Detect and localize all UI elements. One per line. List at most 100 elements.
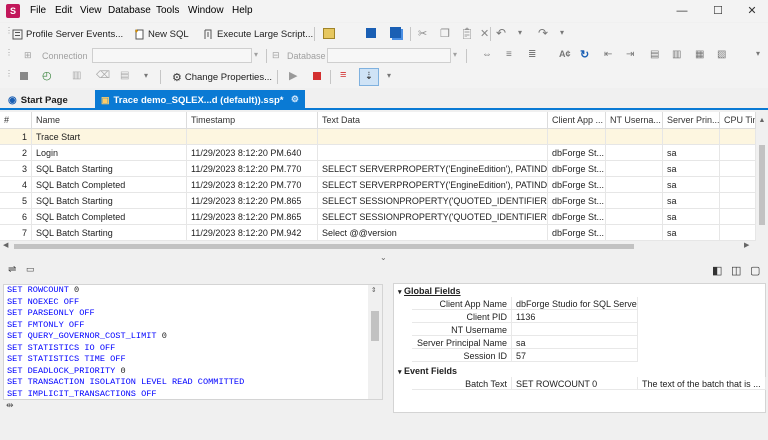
splitter-chevron-icon[interactable]: ⌄ bbox=[380, 253, 387, 262]
start-trace-icon[interactable]: ▶ bbox=[289, 69, 297, 82]
execute-large-script-button[interactable]: Execute Large Script... bbox=[203, 25, 313, 43]
column-header-timestamp[interactable]: Timestamp bbox=[187, 112, 318, 129]
toolbar-grip[interactable]: ⋮ bbox=[5, 49, 13, 63]
connection-combo-chevron-icon[interactable]: ▾ bbox=[254, 50, 258, 59]
word-wrap-toggle-icon[interactable]: ⇌ bbox=[8, 264, 16, 275]
menu-help[interactable]: Help bbox=[232, 5, 253, 16]
grid-vertical-scrollbar[interactable] bbox=[756, 129, 768, 241]
global-fields-section[interactable]: ▾ Global Fields bbox=[394, 284, 766, 297]
tab-start-page[interactable]: ◉ Start Page bbox=[2, 90, 94, 110]
grid-scroll-up-icon[interactable]: ▲ bbox=[756, 112, 768, 129]
indent-icon[interactable]: ⇥ bbox=[626, 49, 634, 60]
table-row[interactable]: 1 Trace Start bbox=[0, 129, 756, 145]
table-row[interactable]: 5 SQL Batch Starting 11/29/2023 8:12:20 … bbox=[0, 193, 756, 209]
change-properties-button[interactable]: ⚙ Change Properties... bbox=[172, 68, 272, 86]
redo-dropdown-icon[interactable]: ▾ bbox=[560, 28, 564, 37]
table-row[interactable]: 6 SQL Batch Completed 11/29/2023 8:12:20… bbox=[0, 209, 756, 225]
menu-database[interactable]: Database bbox=[108, 5, 151, 16]
scroll-left-icon[interactable]: ◀ bbox=[3, 241, 8, 249]
filter-dropdown-icon[interactable]: ▾ bbox=[144, 71, 148, 80]
comment-icon[interactable]: ≡ bbox=[506, 49, 512, 60]
property-value[interactable]: sa bbox=[512, 336, 638, 349]
column-header-name[interactable]: Name bbox=[32, 112, 187, 129]
scroll-right-icon[interactable]: ▶ bbox=[744, 241, 749, 249]
clear-icon[interactable]: ⌫ bbox=[96, 70, 110, 81]
layout-left-icon[interactable]: ◧ bbox=[712, 264, 722, 277]
filter-icon[interactable]: ▤ bbox=[120, 70, 129, 81]
toggle-bookmark-icon[interactable]: ▤ bbox=[650, 49, 659, 60]
toolbar-overflow-icon[interactable]: ▾ bbox=[387, 71, 391, 80]
toolbar-overflow-icon[interactable]: ▾ bbox=[756, 49, 760, 58]
event-fields-section[interactable]: ▾ Event Fields bbox=[394, 364, 766, 377]
autoscroll-icon[interactable]: ≡ bbox=[340, 69, 346, 81]
column-header-server-principal[interactable]: Server Prin... bbox=[663, 112, 720, 129]
clear-bookmarks-icon[interactable]: ▧ bbox=[717, 49, 726, 60]
table-row[interactable]: 7 SQL Batch Starting 11/29/2023 8:12:20 … bbox=[0, 225, 756, 241]
grid-horizontal-scroll-thumb[interactable] bbox=[14, 244, 634, 249]
database-combo[interactable] bbox=[327, 48, 451, 63]
connection-combo[interactable] bbox=[92, 48, 252, 63]
column-header-client-app[interactable]: Client App ... bbox=[548, 112, 606, 129]
table-row[interactable]: 4 SQL Batch Completed 11/29/2023 8:12:20… bbox=[0, 177, 756, 193]
grid-vertical-scroll-thumb[interactable] bbox=[759, 145, 765, 225]
editor-vertical-scrollbar[interactable]: ⇕ bbox=[368, 285, 382, 399]
menu-file[interactable]: File bbox=[30, 5, 46, 16]
grid-horizontal-scrollbar[interactable]: ◀ ▶ bbox=[0, 241, 768, 251]
table-row[interactable]: 3 SQL Batch Starting 11/29/2023 8:12:20 … bbox=[0, 161, 756, 177]
split-horizontal-icon[interactable]: ⇹ bbox=[6, 400, 14, 411]
property-value[interactable]: dbForge Studio for SQL Server bbox=[512, 297, 638, 310]
menu-tools[interactable]: Tools bbox=[156, 5, 179, 16]
column-header-text-data[interactable]: Text Data bbox=[318, 112, 548, 129]
next-bookmark-icon[interactable]: ▦ bbox=[695, 49, 704, 60]
layout-split-icon[interactable]: ◫ bbox=[731, 264, 741, 277]
property-value[interactable]: 57 bbox=[512, 349, 638, 362]
editor-scroll-thumb[interactable] bbox=[371, 311, 379, 341]
new-sql-button[interactable]: New SQL bbox=[134, 25, 189, 43]
copy-icon[interactable]: ❐ bbox=[440, 27, 450, 40]
maximize-button[interactable]: ☐ bbox=[706, 4, 730, 18]
collapse-chevron-icon[interactable]: ▾ bbox=[398, 289, 402, 296]
tab-trace-session[interactable]: ▣ Trace demo_SQLEX...d (default)).ssp* ⚙ bbox=[95, 90, 305, 110]
toolbar-grip[interactable]: ⋮ bbox=[5, 27, 13, 41]
property-value[interactable] bbox=[512, 323, 638, 336]
uncomment-icon[interactable]: ≣ bbox=[528, 49, 536, 60]
column-header-cpu-time[interactable]: CPU Time bbox=[720, 112, 756, 129]
cut-icon[interactable]: ✂ bbox=[418, 27, 427, 40]
column-header-nt-username[interactable]: NT Userna... bbox=[606, 112, 663, 129]
column-header-number[interactable]: # bbox=[0, 112, 32, 129]
undo-dropdown-icon[interactable]: ▾ bbox=[518, 28, 522, 37]
view-mode-icon[interactable]: ▭ bbox=[26, 264, 35, 275]
layout-right-icon[interactable]: ▢ bbox=[750, 264, 760, 277]
minimize-button[interactable]: — bbox=[670, 4, 694, 18]
editor-horizontal-scrollbar[interactable]: ⇹ bbox=[3, 400, 383, 412]
collapse-chevron-icon[interactable]: ▾ bbox=[398, 369, 402, 376]
menu-view[interactable]: View bbox=[80, 5, 102, 16]
stop-icon[interactable] bbox=[313, 72, 321, 80]
menu-window[interactable]: Window bbox=[188, 5, 224, 16]
connection-dropdown-icon[interactable] bbox=[323, 28, 335, 39]
property-value[interactable]: 1136 bbox=[512, 310, 638, 323]
clock-icon[interactable]: ◴ bbox=[42, 69, 52, 82]
database-combo-chevron-icon[interactable]: ▾ bbox=[453, 50, 457, 59]
format-icon[interactable]: ⇔ bbox=[482, 49, 492, 60]
prev-bookmark-icon[interactable]: ▥ bbox=[672, 49, 681, 60]
outdent-icon[interactable]: ⇤ bbox=[604, 49, 612, 60]
stop-trace-icon[interactable] bbox=[20, 72, 28, 80]
profile-server-events-button[interactable]: Profile Server Events... bbox=[12, 25, 123, 43]
chart-icon[interactable]: ▥ bbox=[72, 70, 81, 81]
delete-icon[interactable]: ✕ bbox=[480, 27, 489, 40]
split-editor-icon[interactable]: ⇕ bbox=[371, 285, 376, 295]
paste-icon[interactable]: 📋︎ bbox=[460, 27, 474, 40]
save-icon[interactable] bbox=[366, 28, 376, 38]
menu-edit[interactable]: Edit bbox=[55, 5, 72, 16]
tab-pin-icon[interactable]: ⚙ bbox=[291, 94, 299, 105]
word-wrap-icon[interactable]: A¢ bbox=[559, 49, 571, 59]
table-row[interactable]: 2 Login 11/29/2023 8:12:20 PM.640 dbForg… bbox=[0, 145, 756, 161]
toolbar-grip[interactable]: ⋮ bbox=[5, 70, 13, 84]
sql-text-viewer[interactable]: SET ROWCOUNT 0 SET NOEXEC OFF SET PARSEO… bbox=[3, 284, 383, 400]
close-button[interactable]: ✕ bbox=[740, 4, 764, 18]
property-value[interactable]: SET ROWCOUNT 0 bbox=[512, 377, 638, 390]
undo-icon[interactable]: ↶ bbox=[496, 26, 506, 40]
save-all-icon[interactable] bbox=[390, 27, 401, 38]
refresh-icon[interactable]: ↻ bbox=[580, 48, 589, 61]
